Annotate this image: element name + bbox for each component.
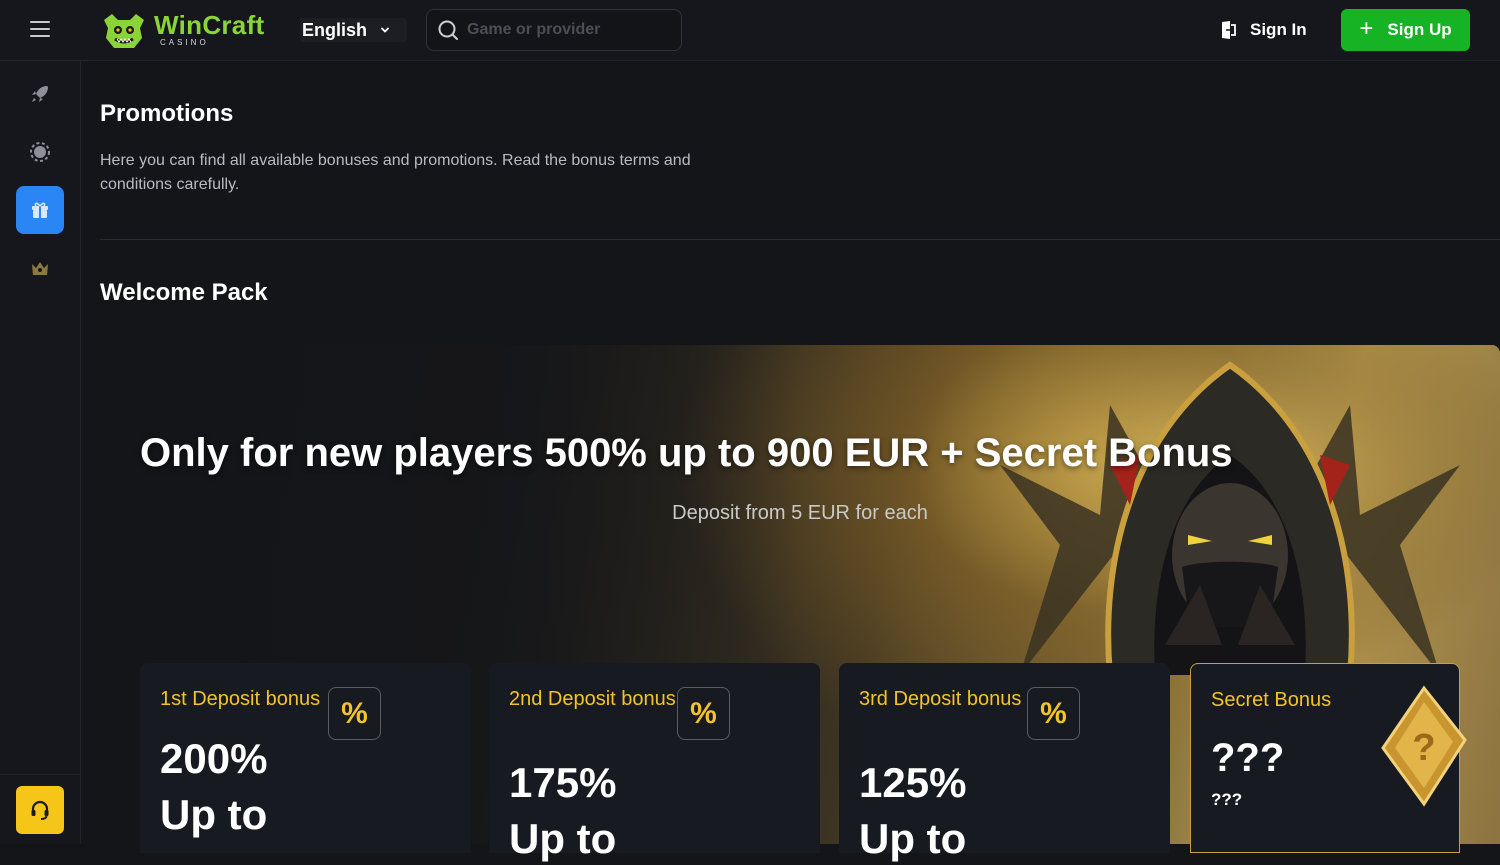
bonus-card-2[interactable]: 2nd Deposit bonus % 175% Up to bbox=[489, 663, 820, 862]
plus-icon: + bbox=[1359, 14, 1374, 42]
page-title: Promotions bbox=[100, 100, 234, 127]
language-selector[interactable]: English bbox=[300, 18, 407, 42]
menu-icon[interactable] bbox=[30, 21, 50, 39]
sign-up-button[interactable]: + Sign Up bbox=[1341, 9, 1470, 51]
top-header: WinCraft CASINO English Sign In + Sign U… bbox=[0, 0, 1500, 61]
sidebar-item-vip[interactable] bbox=[16, 244, 64, 292]
sidebar-item-promotions[interactable] bbox=[16, 186, 64, 234]
gift-icon bbox=[32, 202, 48, 218]
card-title: Secret Bonus bbox=[1211, 689, 1332, 711]
card-title: 2nd Deposit bonus bbox=[509, 688, 676, 710]
logo[interactable]: WinCraft CASINO bbox=[100, 8, 270, 52]
bonus-card-1[interactable]: 1st Deposit bonus % 200% Up to bbox=[140, 663, 471, 853]
banner-title: Only for new players 500% up to 900 EUR … bbox=[140, 431, 1233, 475]
chevron-down-icon bbox=[381, 27, 389, 33]
goblin-logo-icon bbox=[104, 14, 144, 48]
sign-up-label: Sign Up bbox=[1387, 20, 1452, 39]
sidebar-divider bbox=[0, 774, 80, 775]
crown-icon bbox=[32, 262, 48, 275]
card-value: 200% bbox=[160, 735, 268, 782]
card-upto: Up to bbox=[509, 815, 617, 862]
card-title: 1st Deposit bonus bbox=[160, 688, 321, 710]
sidebar-item-games[interactable] bbox=[16, 70, 64, 118]
language-label: English bbox=[302, 19, 368, 40]
card-value: ??? bbox=[1211, 736, 1285, 780]
sidebar-item-live-casino[interactable] bbox=[16, 128, 64, 176]
search-box[interactable] bbox=[426, 9, 682, 51]
rocket-icon bbox=[32, 86, 48, 102]
bonus-card-3[interactable]: 3rd Deposit bonus % 125% Up to bbox=[839, 663, 1170, 862]
percent-icon: % bbox=[1027, 687, 1080, 740]
support-button[interactable] bbox=[16, 786, 64, 834]
card-value: 125% bbox=[859, 759, 967, 806]
card-upto: Up to bbox=[859, 815, 967, 862]
card-title: 3rd Deposit bonus bbox=[859, 688, 1022, 710]
headset-icon bbox=[31, 800, 49, 820]
section-title: Welcome Pack bbox=[100, 279, 268, 306]
sign-in-icon bbox=[1222, 21, 1236, 39]
card-note: ??? bbox=[1211, 790, 1243, 809]
percent-icon: % bbox=[677, 687, 730, 740]
chip-icon bbox=[30, 142, 50, 162]
logo-subtitle: CASINO bbox=[160, 38, 209, 47]
divider bbox=[100, 239, 1500, 240]
bonus-card-secret[interactable]: Secret Bonus ??? ??? ? bbox=[1190, 663, 1467, 853]
percent-icon: % bbox=[328, 687, 381, 740]
sign-in-button[interactable]: Sign In bbox=[1218, 16, 1307, 44]
svg-text:?: ? bbox=[1412, 727, 1435, 769]
card-value: 175% bbox=[509, 759, 617, 806]
mystery-gem-icon: ? bbox=[1381, 685, 1467, 807]
main-content: Promotions Here you can find all availab… bbox=[81, 61, 1500, 862]
card-upto: Up to bbox=[160, 791, 268, 838]
search-input[interactable] bbox=[467, 21, 667, 39]
sign-in-label: Sign In bbox=[1250, 20, 1307, 39]
sidebar bbox=[0, 61, 81, 844]
banner-subtitle: Deposit from 5 EUR for each bbox=[672, 502, 928, 524]
logo-text: WinCraft bbox=[154, 10, 265, 40]
search-icon bbox=[438, 20, 458, 40]
page-description: Here you can find all available bonuses … bbox=[100, 152, 691, 193]
